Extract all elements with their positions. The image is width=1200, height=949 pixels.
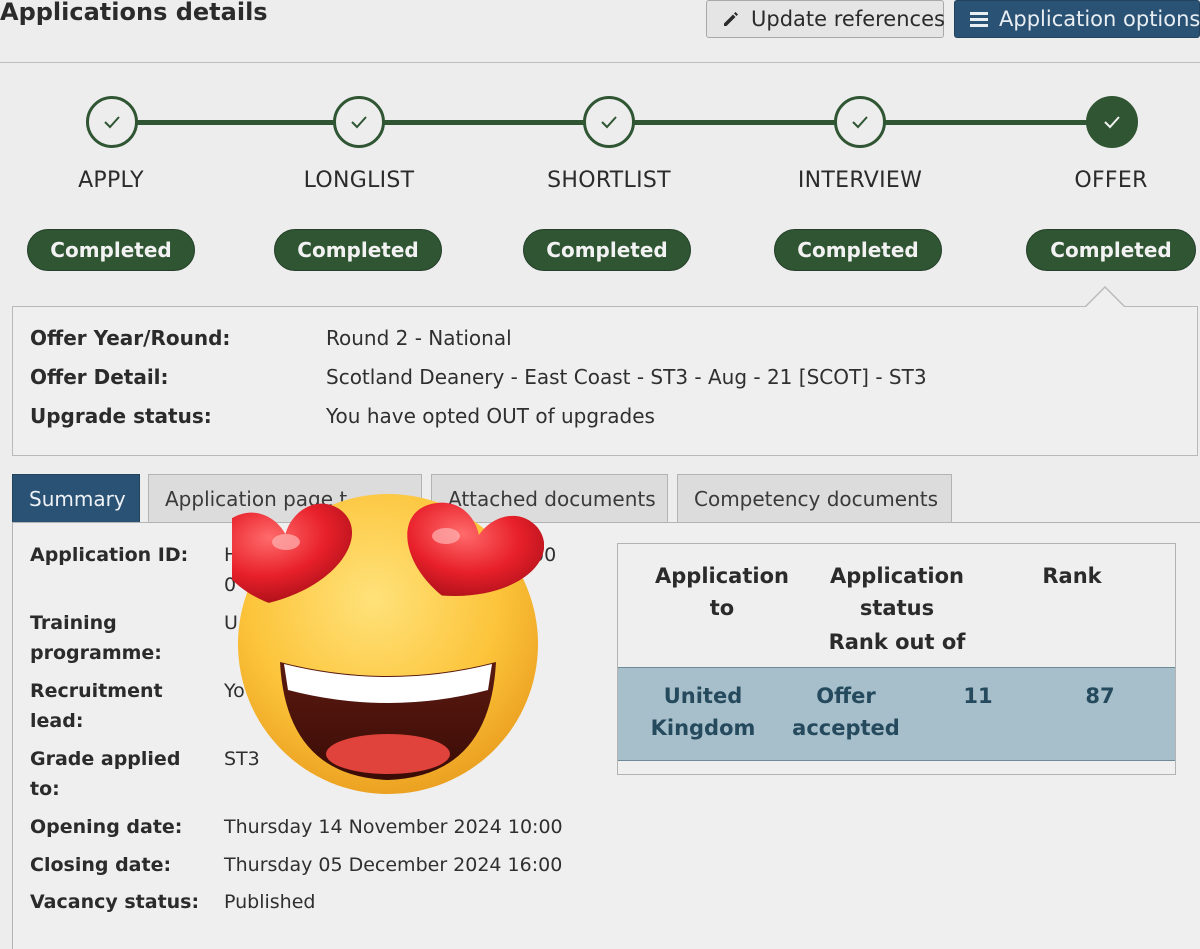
recruitment-lead-label: Recruitment lead: [30, 680, 163, 732]
step-apply-check-icon [86, 96, 138, 148]
step-offer-check-icon [1086, 96, 1138, 148]
step-interview-check-icon [834, 96, 886, 148]
column-header-rank: Rank [1042, 564, 1102, 588]
progress-connector [884, 120, 1090, 125]
offer-year-round-label: Offer Year/Round: [30, 326, 231, 350]
vacancy-status-label: Vacancy status: [30, 891, 200, 913]
offer-detail-value: Scotland Deanery - East Coast - ST3 - Au… [326, 365, 927, 389]
opening-date-value: Thursday 14 November 2024 10:00 [224, 816, 563, 838]
update-references-label: Update references [751, 7, 945, 31]
step-status-interview: Completed [774, 229, 942, 271]
cell-application-to: United Kingdom [650, 684, 756, 740]
training-programme-label: Training programme: [30, 612, 162, 664]
pencil-icon [721, 9, 741, 29]
step-label-apply: APPLY [78, 168, 144, 193]
menu-icon [969, 10, 989, 28]
tab-summary[interactable]: Summary [12, 474, 140, 522]
offer-detail-label: Offer Detail: [30, 365, 169, 389]
progress-connector [136, 120, 336, 125]
progress-connector [380, 120, 586, 125]
step-label-interview: INTERVIEW [797, 168, 923, 193]
cell-application-status: Offer accepted [792, 684, 900, 740]
cell-rank: 87 [1085, 684, 1115, 708]
column-header-application-status: Application status [830, 564, 964, 620]
step-status-offer: Completed [1026, 229, 1196, 271]
application-options-label: Application options [999, 7, 1200, 31]
step-label-offer: OFFER [1074, 168, 1148, 193]
column-header-rank-out-of: Rank out of [828, 630, 966, 654]
table-row: United Kingdom Offer accepted 11 87 [618, 667, 1175, 761]
offer-year-round-value: Round 2 - National [326, 326, 512, 350]
opening-date-label: Opening date: [30, 816, 183, 838]
step-longlist-check-icon [333, 96, 385, 148]
step-status-longlist: Completed [274, 229, 442, 271]
step-status-apply: Completed [27, 229, 195, 271]
closing-date-label: Closing date: [30, 854, 172, 876]
page-title: Applications details [0, 0, 268, 26]
upgrade-status-label: Upgrade status: [30, 404, 212, 428]
panel-pointer-fill [1086, 288, 1124, 307]
closing-date-value: Thursday 05 December 2024 16:00 [224, 854, 563, 876]
grade-applied-label: Grade applied to: [30, 748, 181, 800]
step-label-shortlist: SHORTLIST [547, 168, 671, 193]
step-label-longlist: LONGLIST [303, 168, 415, 193]
upgrade-status-value: You have opted OUT of upgrades [326, 404, 655, 428]
step-status-shortlist: Completed [523, 229, 691, 271]
tab-competency-documents[interactable]: Competency documents [677, 474, 952, 522]
rank-table: Application to Application status Rank o… [617, 543, 1176, 775]
progress-connector [632, 120, 838, 125]
update-references-button[interactable]: Update references [706, 0, 945, 38]
vacancy-status-value: Published [224, 891, 316, 913]
application-options-button[interactable]: Application options [954, 0, 1200, 38]
column-header-application-to: Application to [655, 564, 789, 620]
cell-rank-out-of: 11 [963, 684, 993, 708]
step-shortlist-check-icon [583, 96, 635, 148]
application-id-label: Application ID: [30, 544, 189, 566]
heart-eyes-emoji-icon [215, 484, 545, 800]
header-divider [0, 62, 1200, 63]
